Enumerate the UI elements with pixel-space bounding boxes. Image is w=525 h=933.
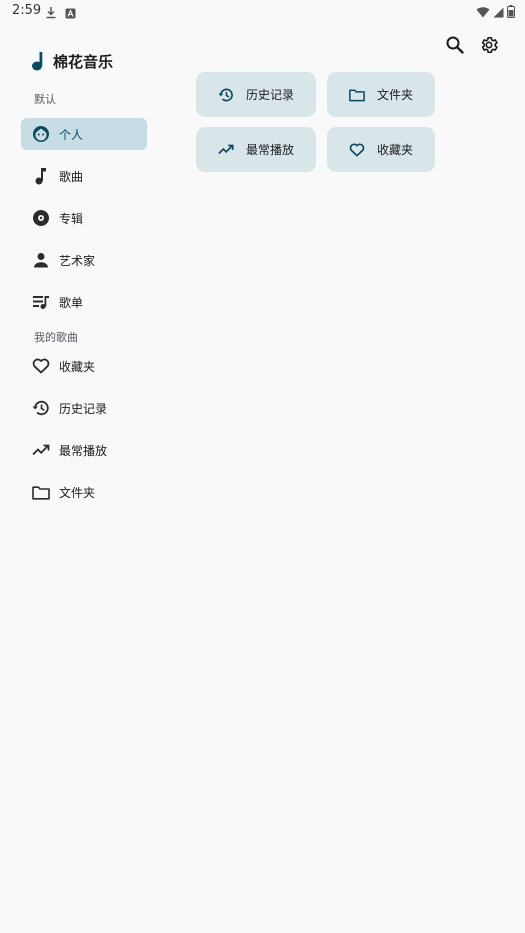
top-actions	[443, 33, 501, 57]
section-label-default: 默认	[34, 93, 56, 106]
download-icon	[45, 4, 57, 23]
nav-item-folders[interactable]: 文件夹	[21, 476, 147, 508]
navigation-drawer: 棉花音乐 默认 个人 歌曲 专辑 艺术家 歌单 我的歌曲 收藏夹 历史记录 最常…	[0, 44, 170, 518]
nav-item-label: 收藏夹	[59, 359, 96, 374]
folder-icon	[31, 482, 51, 502]
quick-access-grid: 历史记录 文件夹 最常播放 收藏夹	[196, 72, 436, 172]
heart-icon	[31, 356, 51, 376]
folder-icon	[348, 86, 366, 104]
history-icon	[31, 398, 51, 418]
nav-item-most-played[interactable]: 最常播放	[21, 434, 147, 466]
app-header: 棉花音乐	[31, 44, 170, 78]
card-label: 历史记录	[246, 88, 295, 102]
trending-up-icon	[31, 440, 51, 460]
status-time: 2:59	[12, 3, 42, 18]
settings-icon	[481, 36, 498, 54]
card-folders[interactable]: 文件夹	[327, 72, 435, 117]
card-label: 收藏夹	[377, 143, 414, 157]
history-icon	[217, 86, 235, 104]
album-icon	[31, 208, 51, 228]
music-note-icon	[31, 166, 51, 186]
card-most-played[interactable]: 最常播放	[196, 127, 316, 172]
nav-item-personal[interactable]: 个人	[21, 118, 147, 150]
music-note-logo-icon	[32, 52, 43, 71]
keyboard-icon	[65, 4, 76, 23]
nav-item-label: 歌曲	[59, 169, 84, 184]
trending-up-icon	[217, 141, 235, 159]
nav-item-history[interactable]: 历史记录	[21, 392, 147, 424]
settings-button[interactable]	[477, 33, 501, 57]
card-favorites[interactable]: 收藏夹	[327, 127, 435, 172]
status-left-icons	[45, 4, 76, 23]
nav-item-playlists[interactable]: 歌单	[21, 286, 147, 318]
signal-icon	[493, 3, 504, 22]
nav-item-favorites[interactable]: 收藏夹	[21, 350, 147, 382]
nav-item-label: 歌单	[59, 295, 84, 310]
nav-item-albums[interactable]: 专辑	[21, 202, 147, 234]
nav-item-label: 历史记录	[59, 401, 108, 416]
nav-item-label: 最常播放	[59, 443, 108, 458]
search-icon	[446, 36, 464, 54]
battery-icon	[507, 3, 515, 22]
app-title: 棉花音乐	[53, 52, 114, 71]
nav-item-label: 艺术家	[59, 253, 96, 268]
nav-item-label: 专辑	[59, 211, 84, 226]
card-label: 最常播放	[246, 143, 295, 157]
status-bar: 2:59	[0, 0, 525, 22]
status-right-icons	[476, 3, 515, 22]
nav-item-artists[interactable]: 艺术家	[21, 244, 147, 276]
playlist-icon	[31, 292, 51, 312]
face-icon	[31, 124, 51, 144]
nav-item-label: 文件夹	[59, 485, 96, 500]
nav-item-songs[interactable]: 歌曲	[21, 160, 147, 192]
nav-item-label: 个人	[59, 127, 84, 142]
person-icon	[31, 250, 51, 270]
card-label: 文件夹	[377, 88, 414, 102]
card-history[interactable]: 历史记录	[196, 72, 316, 117]
wifi-icon	[476, 3, 490, 22]
heart-icon	[348, 141, 366, 159]
section-label-my-songs: 我的歌曲	[34, 331, 78, 344]
search-button[interactable]	[443, 33, 467, 57]
